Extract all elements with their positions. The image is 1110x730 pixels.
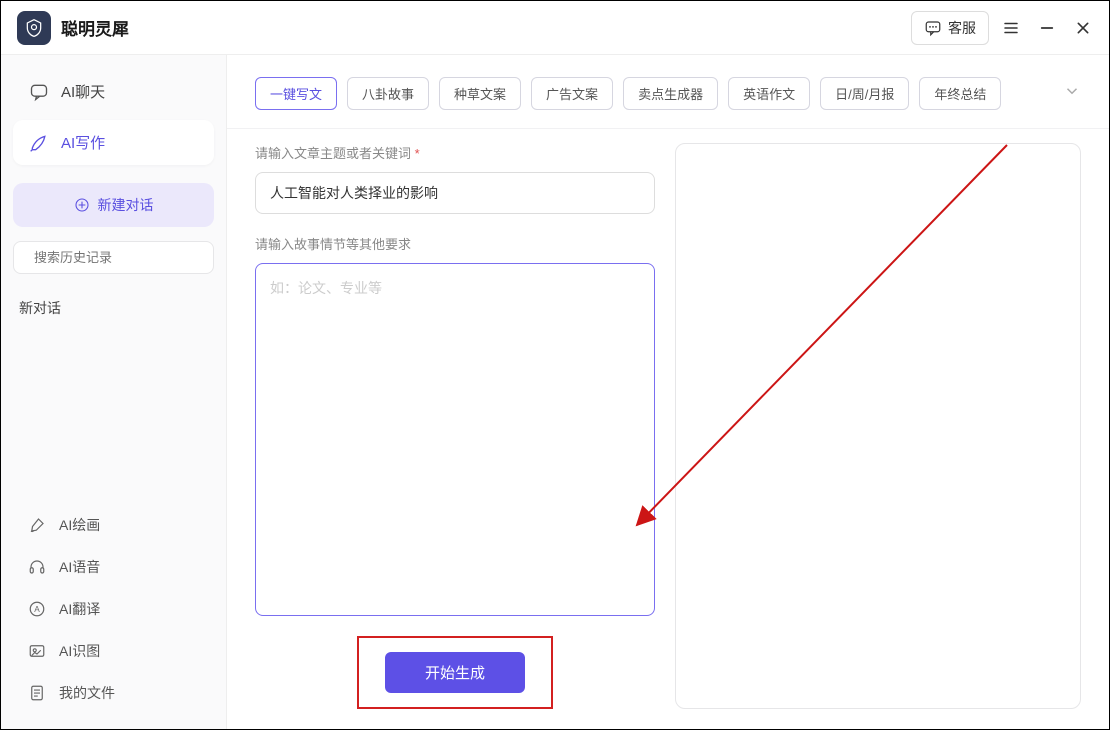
app-title: 聪明灵犀 (61, 15, 129, 40)
category-label: 日/周/月报 (835, 87, 894, 102)
sidebar-item-label: AI绘画 (59, 515, 100, 535)
sidebar-item-voice[interactable]: AI语音 (13, 547, 214, 587)
close-button[interactable] (1073, 18, 1093, 38)
category-label: 八卦故事 (362, 87, 414, 102)
generate-button-label: 开始生成 (425, 665, 485, 682)
menu-button[interactable] (1001, 18, 1021, 38)
sidebar-bottom-nav: AI绘画 AI语音 A AI翻译 AI识图 (13, 505, 214, 715)
topic-field-label: 请输入文章主题或者关键词 * (255, 143, 655, 162)
content-row: 请输入文章主题或者关键词 * 请输入故事情节等其他要求 开始生成 (227, 129, 1109, 729)
sidebar-item-write[interactable]: AI写作 (13, 120, 214, 165)
details-label-text: 请输入故事情节等其他要求 (255, 237, 411, 252)
logo-icon (24, 18, 44, 38)
doc-icon (27, 683, 47, 703)
category-tab[interactable]: 种草文案 (439, 77, 521, 110)
plus-circle-icon (74, 197, 90, 213)
topic-input[interactable] (255, 172, 655, 214)
sidebar-item-translate[interactable]: A AI翻译 (13, 589, 214, 629)
translate-icon: A (27, 599, 47, 619)
category-tab[interactable]: 卖点生成器 (623, 77, 718, 110)
svg-text:A: A (34, 605, 40, 614)
new-chat-button[interactable]: 新建对话 (13, 183, 214, 227)
category-label: 卖点生成器 (638, 87, 703, 102)
category-tab[interactable]: 广告文案 (531, 77, 613, 110)
sidebar-item-label: AI识图 (59, 641, 100, 661)
sidebar-item-chat[interactable]: AI聊天 (13, 69, 214, 114)
image-search-icon (27, 641, 47, 661)
sidebar: AI聊天 AI写作 新建对话 新对话 AI绘画 (1, 55, 227, 729)
sidebar-item-label: AI语音 (59, 557, 100, 577)
category-label: 英语作文 (743, 87, 795, 102)
category-label: 种草文案 (454, 87, 506, 102)
topic-label-text: 请输入文章主题或者关键词 (255, 146, 411, 161)
category-label: 一键写文 (270, 87, 322, 102)
category-tab[interactable]: 一键写文 (255, 77, 337, 110)
category-tabs: 一键写文 八卦故事 种草文案 广告文案 卖点生成器 英语作文 日/周/月报 年终… (227, 55, 1109, 129)
sidebar-item-label: AI聊天 (61, 81, 105, 102)
category-tab[interactable]: 八卦故事 (347, 77, 429, 110)
history-item[interactable]: 新对话 (13, 288, 214, 328)
expand-categories-button[interactable] (1063, 82, 1081, 105)
category-label: 年终总结 (934, 87, 986, 102)
new-chat-label: 新建对话 (98, 195, 154, 215)
sidebar-item-label: 我的文件 (59, 683, 115, 703)
headset-icon (27, 557, 47, 577)
chevron-down-icon (1063, 82, 1081, 100)
category-label: 广告文案 (546, 87, 598, 102)
output-panel (675, 143, 1081, 709)
input-column: 请输入文章主题或者关键词 * 请输入故事情节等其他要求 开始生成 (255, 143, 655, 709)
details-field-label: 请输入故事情节等其他要求 (255, 234, 655, 253)
sidebar-item-files[interactable]: 我的文件 (13, 673, 214, 713)
sidebar-item-label: AI写作 (61, 132, 105, 153)
pen-icon (29, 133, 49, 153)
details-textarea[interactable] (255, 263, 655, 616)
annotation-highlight-box: 开始生成 (357, 636, 553, 709)
history-item-label: 新对话 (19, 300, 61, 316)
chat-bubble-icon (924, 19, 942, 37)
support-label: 客服 (948, 18, 976, 38)
app-logo (17, 11, 51, 45)
support-button[interactable]: 客服 (911, 11, 989, 45)
category-tab[interactable]: 英语作文 (728, 77, 810, 110)
generate-button[interactable]: 开始生成 (385, 652, 525, 693)
minimize-button[interactable] (1037, 18, 1057, 38)
sidebar-item-imagerec[interactable]: AI识图 (13, 631, 214, 671)
category-tab[interactable]: 日/周/月报 (820, 77, 909, 110)
required-star: * (415, 146, 420, 161)
sidebar-item-draw[interactable]: AI绘画 (13, 505, 214, 545)
brush-icon (27, 515, 47, 535)
sidebar-item-label: AI翻译 (59, 599, 100, 619)
category-tab[interactable]: 年终总结 (919, 77, 1001, 110)
search-input[interactable] (34, 250, 210, 265)
window-controls (1001, 18, 1093, 38)
chat-icon (29, 82, 49, 102)
titlebar: 聪明灵犀 客服 (1, 1, 1109, 55)
main-panel: 一键写文 八卦故事 种草文案 广告文案 卖点生成器 英语作文 日/周/月报 年终… (227, 55, 1109, 729)
search-box[interactable] (13, 241, 214, 274)
